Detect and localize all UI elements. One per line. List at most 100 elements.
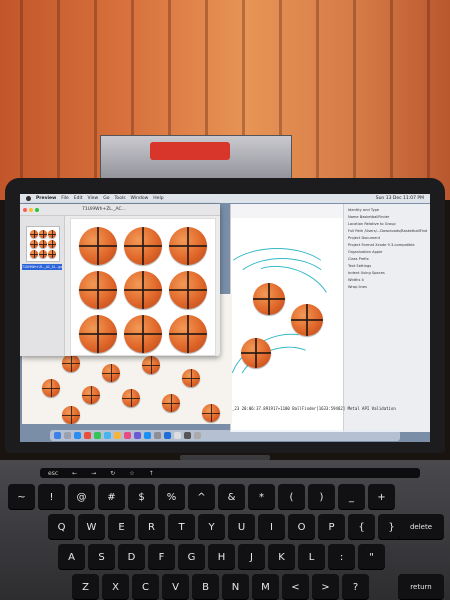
finder-icon[interactable] [54, 432, 61, 439]
touchbar-share-icon[interactable]: ↑ [149, 470, 154, 477]
key-6[interactable]: U [228, 514, 255, 540]
safari-icon[interactable] [74, 432, 81, 439]
key-2[interactable]: @ [68, 484, 95, 510]
music-icon[interactable] [124, 432, 131, 439]
key-10[interactable]: ) [308, 484, 335, 510]
menubar-item-help[interactable]: Help [153, 196, 163, 201]
basketball-image [169, 315, 207, 353]
touch-bar: esc ← → ↻ ☆ ↑ [40, 468, 420, 478]
key-2[interactable]: C [132, 574, 159, 600]
key-5[interactable]: Y [198, 514, 225, 540]
key-4[interactable]: $ [128, 484, 155, 510]
close-button[interactable] [23, 208, 27, 212]
key-1[interactable]: W [78, 514, 105, 540]
key-1[interactable]: S [88, 544, 115, 570]
key-0[interactable]: Z [72, 574, 99, 600]
key-9[interactable]: ( [278, 484, 305, 510]
key-9[interactable]: ? [342, 574, 369, 600]
key-4[interactable]: T [168, 514, 195, 540]
preview-icon[interactable] [174, 432, 181, 439]
key-5[interactable]: N [222, 574, 249, 600]
key-1[interactable]: ! [38, 484, 65, 510]
key-6[interactable]: ^ [188, 484, 215, 510]
inspector-line[interactable]: Wrap lines [348, 285, 427, 289]
key-8[interactable]: O [288, 514, 315, 540]
key-6[interactable]: J [238, 544, 265, 570]
menubar-app-name[interactable]: Preview [36, 196, 56, 201]
key-9[interactable]: : [328, 544, 355, 570]
xcode-icon[interactable] [164, 432, 171, 439]
messages-icon[interactable] [94, 432, 101, 439]
key-3[interactable]: F [148, 544, 175, 570]
key-4[interactable]: G [178, 544, 205, 570]
touchbar-rotate-icon[interactable]: ↻ [110, 470, 115, 477]
key-2[interactable]: D [118, 544, 145, 570]
notes-icon[interactable] [114, 432, 121, 439]
key-0[interactable]: Q [48, 514, 75, 540]
basketball-image [124, 227, 162, 265]
chrome-icon[interactable] [84, 432, 91, 439]
laptop-screen: Preview File Edit View Go Tools Window H… [20, 194, 430, 442]
key-10[interactable]: " [358, 544, 385, 570]
key-3[interactable]: R [138, 514, 165, 540]
key-7[interactable]: & [218, 484, 245, 510]
inspector-line[interactable]: Location Relative to Group [348, 222, 427, 226]
key-7[interactable]: K [268, 544, 295, 570]
key-4[interactable]: B [192, 574, 219, 600]
key-5[interactable]: % [158, 484, 185, 510]
minimize-button[interactable] [29, 208, 33, 212]
trash-icon[interactable] [194, 432, 201, 439]
basketball-image [202, 404, 220, 422]
settings-icon[interactable] [154, 432, 161, 439]
key-8[interactable]: L [298, 544, 325, 570]
thumbnail-label[interactable]: 71Ui9Wh+ZL._AC_SL...jpg [22, 264, 62, 270]
touchbar-back-icon[interactable]: ← [72, 470, 77, 477]
key-7[interactable]: I [258, 514, 285, 540]
image-thumbnail[interactable] [26, 226, 60, 262]
basketball-image [62, 354, 80, 372]
inspector-line[interactable]: Widths 4 [348, 278, 427, 282]
menubar-item-view[interactable]: View [88, 196, 99, 201]
return-key[interactable]: return [398, 574, 444, 600]
key-12[interactable]: + [368, 484, 395, 510]
apple-icon[interactable] [26, 196, 31, 201]
inspector-line[interactable]: Name BasketballFinder [348, 215, 427, 219]
inspector-line[interactable]: Project Format Xcode 9.3-compatible [348, 243, 427, 247]
mail-icon[interactable] [104, 432, 111, 439]
inspector-line[interactable]: Class Prefix [348, 257, 427, 261]
basketball-image [48, 240, 56, 248]
touchbar-esc-key[interactable]: esc [48, 470, 58, 477]
menubar-item-file[interactable]: File [61, 196, 69, 201]
touchbar-favorite-icon[interactable]: ☆ [129, 470, 134, 477]
zoom-button[interactable] [35, 208, 39, 212]
menubar-item-tools[interactable]: Tools [114, 196, 125, 201]
touchbar-forward-icon[interactable]: → [91, 470, 96, 477]
key-10[interactable]: { [348, 514, 375, 540]
inspector-line[interactable]: Organization Apple [348, 250, 427, 254]
podcasts-icon[interactable] [134, 432, 141, 439]
key-1[interactable]: X [102, 574, 129, 600]
menubar-clock[interactable]: Sun 13 Dec 11:07 PM [376, 196, 430, 201]
terminal-icon[interactable] [184, 432, 191, 439]
key-8[interactable]: * [248, 484, 275, 510]
key-6[interactable]: M [252, 574, 279, 600]
menubar-item-window[interactable]: Window [131, 196, 149, 201]
key-2[interactable]: E [108, 514, 135, 540]
key-11[interactable]: _ [338, 484, 365, 510]
key-3[interactable]: V [162, 574, 189, 600]
delete-key[interactable]: delete [398, 514, 444, 540]
key-3[interactable]: # [98, 484, 125, 510]
launchpad-icon[interactable] [64, 432, 71, 439]
key-7[interactable]: < [282, 574, 309, 600]
menubar-item-go[interactable]: Go [103, 196, 109, 201]
inspector-line: Text Settings [348, 264, 372, 268]
key-9[interactable]: P [318, 514, 345, 540]
key-8[interactable]: > [312, 574, 339, 600]
menubar-item-edit[interactable]: Edit [74, 196, 83, 201]
app-store-icon[interactable] [144, 432, 151, 439]
key-0[interactable]: A [58, 544, 85, 570]
key-5[interactable]: H [208, 544, 235, 570]
key-0[interactable]: ~ [8, 484, 35, 510]
inspector-line[interactable]: Indent Using Spaces [348, 271, 427, 275]
preview-titlebar[interactable]: 71Ui9Wh+ZL._AC... [20, 204, 220, 216]
